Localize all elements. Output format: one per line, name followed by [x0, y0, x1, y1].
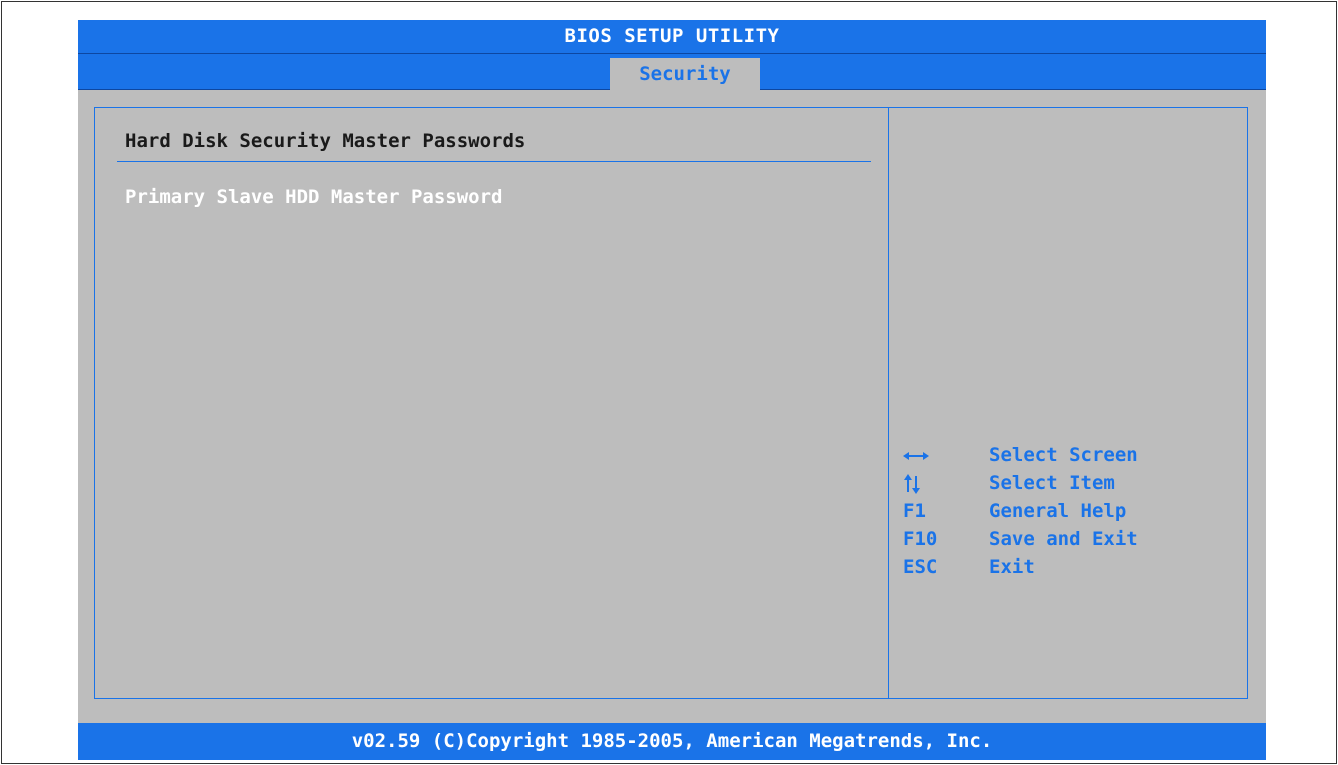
help-key-f10: F10: [903, 528, 938, 550]
key-cell: [903, 441, 983, 469]
help-desc-save-and-exit: Save and Exit: [989, 528, 1138, 550]
menu-item-primary-slave-hdd-master-password[interactable]: Primary Slave HDD Master Password: [125, 186, 503, 208]
status-bar: v02.59 (C)Copyright 1985-2005, American …: [78, 723, 1266, 760]
help-desc-select-item: Select Item: [989, 472, 1115, 494]
up-down-arrow-icon: [904, 473, 920, 494]
help-row-save-and-exit: F10 Save and Exit: [903, 525, 1233, 553]
tab-security[interactable]: Security: [610, 58, 760, 90]
bios-screen: BIOS SETUP UTILITY Security Hard Disk Se…: [78, 20, 1266, 760]
help-row-general-help: F1 General Help: [903, 497, 1233, 525]
help-row-select-item: Select Item: [903, 469, 1233, 497]
copyright-text: v02.59 (C)Copyright 1985-2005, American …: [351, 730, 993, 752]
help-panel: Select Screen Select Item F1 General Hel…: [888, 107, 1248, 699]
main-panel: Hard Disk Security Master Passwords Prim…: [94, 107, 888, 699]
menu-bar: Security: [78, 53, 1266, 90]
help-desc-select-screen: Select Screen: [989, 444, 1138, 466]
help-desc-exit: Exit: [989, 556, 1035, 578]
screenshot-frame: BIOS SETUP UTILITY Security Hard Disk Se…: [1, 1, 1337, 764]
section-title: Hard Disk Security Master Passwords: [125, 130, 526, 152]
title-bar: BIOS SETUP UTILITY: [78, 20, 1266, 53]
key-cell: [903, 469, 983, 497]
help-row-select-screen: Select Screen: [903, 441, 1233, 469]
help-key-esc: ESC: [903, 556, 938, 578]
window-title: BIOS SETUP UTILITY: [564, 25, 780, 47]
help-key-f1: F1: [903, 500, 926, 522]
left-right-arrow-icon: [903, 451, 929, 460]
section-divider: [117, 161, 871, 162]
help-desc-general-help: General Help: [989, 500, 1127, 522]
help-row-exit: ESC Exit: [903, 553, 1233, 581]
